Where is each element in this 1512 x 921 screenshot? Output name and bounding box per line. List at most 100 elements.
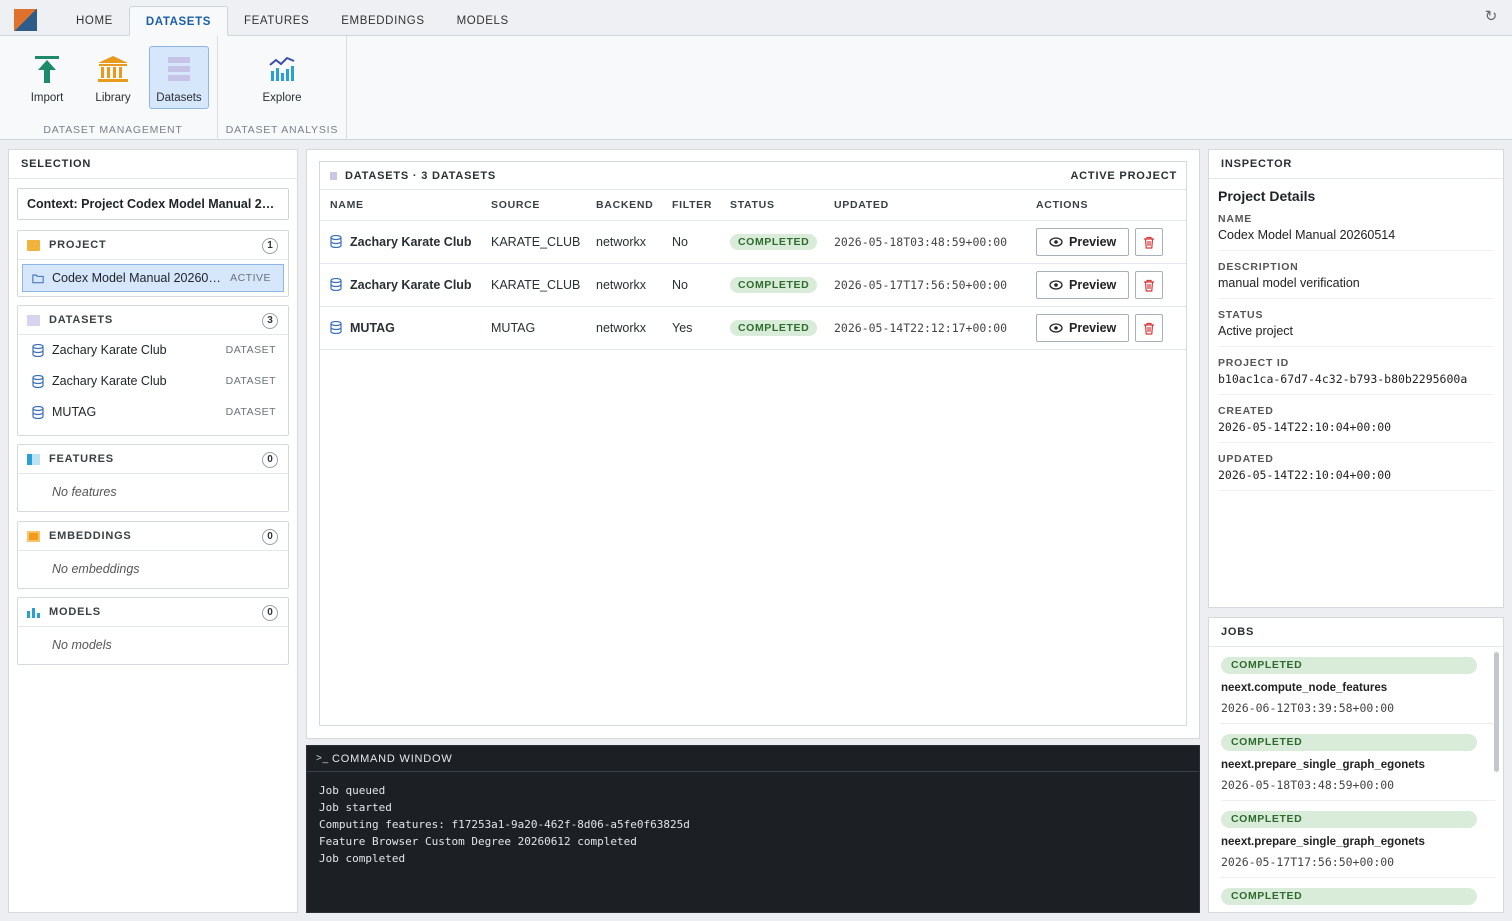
- job-status-badge: COMPLETED: [1221, 657, 1477, 674]
- models-empty-text: No models: [52, 638, 112, 652]
- dataset-item-label: MUTAG: [52, 405, 97, 419]
- database-icon: [330, 321, 342, 334]
- preview-label: Preview: [1069, 277, 1117, 292]
- command-output-line: Computing features: f17253a1-9a20-462f-8…: [319, 818, 690, 831]
- dataset-list-item[interactable]: Zachary Karate Club DATASET: [18, 335, 288, 366]
- job-name: neext.prepare_single_graph_egonets: [1221, 759, 1425, 771]
- ribbon-group-dataset-management: Import Library Datasets DATASET MANAGEME…: [9, 36, 218, 140]
- table-row[interactable]: Zachary Karate Club KARATE_CLUB networkx…: [320, 220, 1186, 264]
- eye-icon: [1049, 236, 1063, 247]
- column-header-source[interactable]: SOURCE: [481, 190, 586, 221]
- import-label: Import: [30, 92, 64, 104]
- embeddings-group-label: EMBEDDINGS: [49, 529, 132, 542]
- refresh-icon[interactable]: ↻: [1482, 8, 1500, 26]
- preview-button[interactable]: Preview: [1036, 227, 1130, 256]
- ribbon-group-label: DATASET ANALYSIS: [225, 124, 339, 136]
- field-label-description: DESCRIPTION: [1218, 261, 1299, 273]
- inspector-title: INSPECTOR: [1209, 150, 1503, 179]
- cell-filter: No: [662, 220, 720, 264]
- table-row[interactable]: Zachary Karate Club KARATE_CLUB networkx…: [320, 263, 1186, 307]
- embeddings-group-header[interactable]: EMBEDDINGS 0: [18, 522, 288, 551]
- database-icon: [32, 375, 44, 388]
- dataset-name: Zachary Karate Club: [350, 277, 472, 292]
- datasets-group-label: DATASETS: [49, 313, 114, 326]
- inspector-panel: INSPECTOR Project Details NAME Codex Mod…: [1208, 149, 1504, 608]
- datasets-button[interactable]: Datasets: [149, 46, 209, 109]
- dataset-tag: DATASET: [225, 344, 276, 356]
- datasets-count-badge: 3: [262, 313, 278, 329]
- delete-button[interactable]: [1135, 227, 1164, 256]
- features-empty-text: No features: [52, 485, 117, 499]
- dataset-list-item[interactable]: Zachary Karate Club DATASET: [18, 366, 288, 397]
- preview-label: Preview: [1069, 320, 1117, 335]
- command-window[interactable]: >_ COMMAND WINDOW Job queued Job started…: [306, 745, 1200, 913]
- eye-icon: [1049, 279, 1063, 290]
- cell-filter: Yes: [662, 306, 720, 350]
- delete-button[interactable]: [1135, 270, 1164, 299]
- field-label-project-id: PROJECT ID: [1218, 357, 1290, 369]
- context-field[interactable]: Context: Project Codex Model Manual 2026…: [17, 188, 289, 220]
- cell-name: Zachary Karate Club: [320, 220, 481, 264]
- cell-status: COMPLETED: [720, 306, 824, 350]
- column-header-name[interactable]: NAME: [320, 190, 481, 221]
- explore-button[interactable]: Explore: [252, 46, 312, 109]
- job-name: neext.prepare_single_graph_egonets: [1221, 836, 1425, 848]
- cell-source: MUTAG: [481, 306, 586, 350]
- ribbon-group-dataset-analysis: Explore DATASET ANALYSIS: [218, 36, 347, 140]
- features-group-header[interactable]: FEATURES 0: [18, 445, 288, 474]
- job-item[interactable]: COMPLETED neext.prepare_single_graph_ego…: [1221, 801, 1495, 878]
- library-button[interactable]: Library: [83, 46, 143, 109]
- features-group-label: FEATURES: [49, 452, 114, 465]
- trash-icon: [1144, 322, 1155, 335]
- command-window-title: COMMAND WINDOW: [332, 753, 453, 765]
- cell-updated: 2026-05-14T22:12:17+00:00: [824, 306, 1026, 350]
- preview-button[interactable]: Preview: [1036, 270, 1130, 299]
- cell-name: MUTAG: [320, 306, 481, 350]
- job-time: 2026-06-12T03:39:58+00:00: [1221, 701, 1395, 715]
- import-icon: [35, 56, 59, 83]
- preview-button[interactable]: Preview: [1036, 313, 1130, 342]
- import-button[interactable]: Import: [17, 46, 77, 109]
- project-group-header[interactable]: PROJECT 1: [18, 231, 288, 260]
- project-item-active[interactable]: Codex Model Manual 20260514 ACTIVE: [22, 264, 284, 292]
- features-count-badge: 0: [262, 452, 278, 468]
- job-item[interactable]: COMPLETED: [1221, 878, 1495, 912]
- job-time: 2026-05-18T03:48:59+00:00: [1221, 778, 1395, 792]
- tab-models[interactable]: MODELS: [441, 6, 525, 36]
- column-header-status[interactable]: STATUS: [720, 190, 824, 221]
- datasets-group-header[interactable]: DATASETS 3: [18, 306, 288, 335]
- models-group-header[interactable]: MODELS 0: [18, 598, 288, 627]
- tab-embeddings[interactable]: EMBEDDINGS: [325, 6, 440, 36]
- project-group-label: PROJECT: [49, 238, 107, 251]
- command-output-line: Job completed: [319, 852, 406, 865]
- dataset-list-item[interactable]: MUTAG DATASET: [18, 397, 288, 428]
- column-header-backend[interactable]: BACKEND: [586, 190, 662, 221]
- database-icon: [32, 406, 44, 419]
- field-value-status: Active project: [1218, 324, 1494, 347]
- job-item[interactable]: COMPLETED neext.compute_node_features 20…: [1221, 647, 1495, 724]
- column-header-updated[interactable]: UPDATED: [824, 190, 1026, 221]
- table-row[interactable]: MUTAG MUTAG networkx Yes COMPLETED 2026-…: [320, 306, 1186, 350]
- cell-actions: Preview: [1026, 263, 1186, 307]
- job-status-badge: COMPLETED: [1221, 811, 1477, 828]
- command-output: Job queued Job started Computing feature…: [307, 772, 1199, 877]
- cell-backend: networkx: [586, 306, 662, 350]
- tab-datasets[interactable]: DATASETS: [128, 6, 228, 36]
- cell-source: KARATE_CLUB: [481, 220, 586, 264]
- delete-button[interactable]: [1135, 313, 1164, 342]
- project-group: PROJECT 1 Codex Model Manual 20260514 AC…: [17, 230, 289, 297]
- eye-icon: [1049, 322, 1063, 333]
- dataset-tag: DATASET: [225, 406, 276, 418]
- top-tab-bar: HOME DATASETS FEATURES EMBEDDINGS MODELS…: [0, 0, 1512, 36]
- folder-icon: [27, 239, 40, 251]
- tab-features[interactable]: FEATURES: [228, 6, 325, 36]
- jobs-scrollbar[interactable]: [1494, 652, 1499, 772]
- job-item[interactable]: COMPLETED neext.prepare_single_graph_ego…: [1221, 724, 1495, 801]
- tab-home[interactable]: HOME: [60, 6, 129, 36]
- field-value-updated: 2026-05-14T22:10:04+00:00: [1218, 468, 1494, 491]
- models-count-badge: 0: [262, 605, 278, 621]
- column-header-filter[interactable]: FILTER: [662, 190, 720, 221]
- preview-label: Preview: [1069, 234, 1117, 249]
- terminal-prompt-icon: >_: [316, 753, 330, 764]
- ribbon: Import Library Datasets DATASET MANAGEME…: [0, 36, 1512, 140]
